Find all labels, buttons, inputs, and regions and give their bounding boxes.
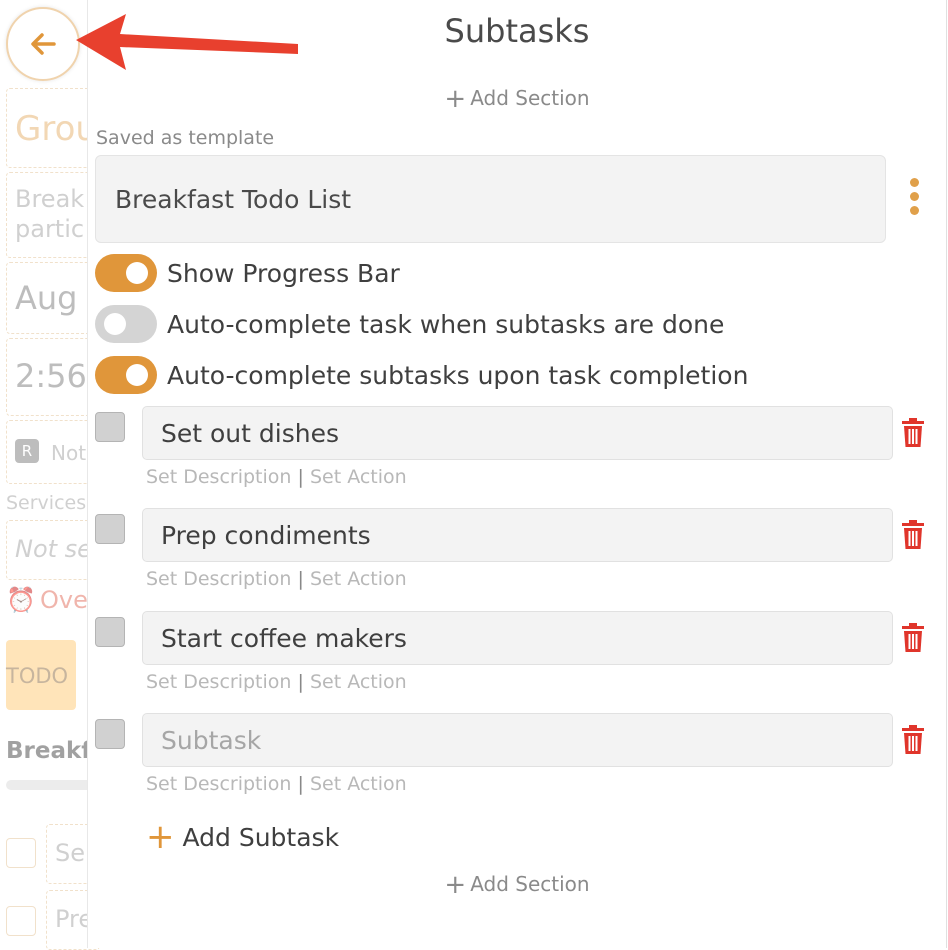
plus-icon: + <box>146 817 175 857</box>
subtask-checkbox[interactable] <box>95 617 125 647</box>
set-action-link[interactable]: Set Action <box>310 671 407 693</box>
subtask-row: Prep condiments Set Description | Set Ac… <box>88 508 946 598</box>
date-field: Aug <box>6 262 100 334</box>
add-section-button-top[interactable]: + Add Section <box>88 84 946 114</box>
subtask-input[interactable]: Subtask <box>142 713 893 767</box>
subtask-input[interactable]: Prep condiments <box>142 508 893 562</box>
subtask-links: Set Description | Set Action <box>146 671 407 693</box>
saved-as-template-label: Saved as template <box>96 127 275 149</box>
add-subtask-label: Add Subtask <box>182 822 340 852</box>
description-field: Break partic <box>6 172 100 258</box>
services-field: Not se <box>6 520 100 580</box>
services-label: Services <box>6 492 87 514</box>
trash-icon[interactable] <box>900 623 926 653</box>
date-text: Aug <box>15 279 78 317</box>
subtask-row: Set out dishes Set Description | Set Act… <box>88 406 946 496</box>
template-name-text: Breakfast Todo List <box>115 185 352 214</box>
toggle-switch[interactable] <box>95 356 157 394</box>
subtask-input[interactable]: Set out dishes <box>142 406 893 460</box>
vertical-ellipsis-icon[interactable] <box>910 178 920 220</box>
alarm-clock-icon: ⏰ <box>6 586 36 614</box>
subtasks-panel: Subtasks + Add Section Saved as template … <box>87 0 947 948</box>
overdue-text: Ove <box>40 586 88 614</box>
subtask-links: Set Description | Set Action <box>146 568 407 590</box>
trash-icon[interactable] <box>900 520 926 550</box>
add-section-button-bottom[interactable]: + Add Section <box>88 870 946 900</box>
bg-checkbox-2[interactable] <box>6 906 36 936</box>
arrow-left-icon <box>31 33 56 55</box>
services-value: Not se <box>15 535 92 563</box>
toggle-label: Auto-complete subtasks upon task complet… <box>167 360 749 390</box>
set-action-link[interactable]: Set Action <box>310 568 407 590</box>
subtask-checkbox[interactable] <box>95 719 125 749</box>
plus-icon: + <box>444 84 467 114</box>
status-todo-button[interactable]: TODO <box>6 640 76 710</box>
add-section-label: Add Section <box>470 86 590 110</box>
toggle-switch[interactable] <box>95 305 157 343</box>
add-section-label: Add Section <box>470 872 590 896</box>
subtask-checkbox[interactable] <box>95 412 125 442</box>
links-separator: | <box>297 466 304 488</box>
trash-icon[interactable] <box>900 725 926 755</box>
toggle-row-auto-complete-subtasks[interactable]: Auto-complete subtasks upon task complet… <box>95 355 748 395</box>
subtask-row: Start coffee makers Set Description | Se… <box>88 611 946 701</box>
group-field-text: Grou <box>15 109 97 149</box>
list-title: Breakf <box>6 738 92 764</box>
group-field: Grou <box>6 88 100 168</box>
time-field: 2:56 <box>6 338 100 416</box>
toggle-switch[interactable] <box>95 254 157 292</box>
description-line-1: Break <box>15 185 85 213</box>
bg-checkbox-1[interactable] <box>6 838 36 868</box>
bg-item-1-text: Se <box>55 839 85 867</box>
subtask-input[interactable]: Start coffee makers <box>142 611 893 665</box>
set-action-link[interactable]: Set Action <box>310 466 407 488</box>
links-separator: | <box>297 773 304 795</box>
badge-icon: R <box>15 439 39 463</box>
add-subtask-button[interactable]: + Add Subtask <box>146 820 339 854</box>
description-line-2: partic <box>15 215 85 243</box>
template-name-field[interactable]: Breakfast Todo List <box>95 155 886 243</box>
subtask-row: Subtask Set Description | Set Action <box>88 713 946 803</box>
annotation-arrow <box>76 14 298 70</box>
subtask-checkbox[interactable] <box>95 514 125 544</box>
trash-icon[interactable] <box>900 418 926 448</box>
reminder-field: R Not <box>6 420 100 484</box>
set-description-link[interactable]: Set Description <box>146 466 291 488</box>
time-text: 2:56 <box>15 357 87 395</box>
background-task-panel: Grou Break partic Aug 2:56 R Not Service… <box>0 0 100 950</box>
back-button[interactable] <box>6 7 80 81</box>
toggle-row-show-progress[interactable]: Show Progress Bar <box>95 253 400 293</box>
links-separator: | <box>297 671 304 693</box>
plus-icon: + <box>444 870 467 900</box>
badge-text: Not <box>51 441 87 465</box>
status-todo-label: TODO <box>6 664 69 688</box>
toggle-row-auto-complete-task[interactable]: Auto-complete task when subtasks are don… <box>95 304 724 344</box>
links-separator: | <box>297 568 304 590</box>
set-description-link[interactable]: Set Description <box>146 671 291 693</box>
toggle-label: Auto-complete task when subtasks are don… <box>167 309 725 339</box>
subtask-links: Set Description | Set Action <box>146 773 407 795</box>
progress-bar <box>6 780 98 790</box>
set-description-link[interactable]: Set Description <box>146 568 291 590</box>
set-description-link[interactable]: Set Description <box>146 773 291 795</box>
subtask-links: Set Description | Set Action <box>146 466 407 488</box>
set-action-link[interactable]: Set Action <box>310 773 407 795</box>
toggle-label: Show Progress Bar <box>167 258 400 288</box>
